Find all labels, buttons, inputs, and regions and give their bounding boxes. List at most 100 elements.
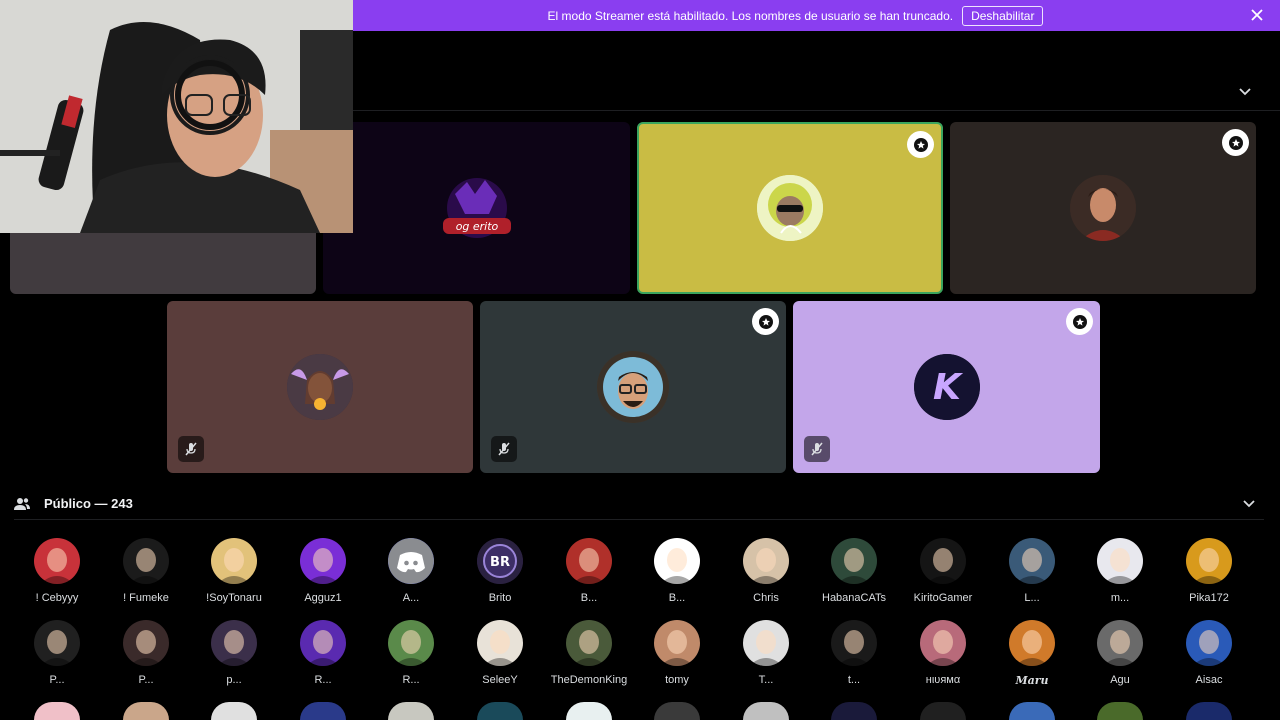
audience-member[interactable]: Agu	[1076, 620, 1164, 692]
avatar[interactable]	[743, 702, 789, 720]
audience-member[interactable]: T...	[722, 620, 810, 692]
audience-member-name: ! Fumeke	[123, 592, 169, 604]
close-icon[interactable]	[1250, 8, 1264, 22]
audience-member[interactable]: Maru	[988, 620, 1076, 692]
audience-member-name: P...	[49, 674, 65, 686]
avatar	[477, 620, 523, 666]
stage-tile[interactable]	[950, 122, 1256, 294]
avatar[interactable]	[388, 702, 434, 720]
avatar[interactable]	[920, 702, 966, 720]
audience-member-name: R...	[402, 674, 420, 686]
shield-star-icon	[907, 131, 934, 158]
avatar[interactable]	[211, 702, 257, 720]
avatar[interactable]	[1186, 702, 1232, 720]
avatar	[287, 354, 353, 420]
avatar	[566, 538, 612, 584]
avatar	[34, 620, 80, 666]
audience-member[interactable]: ! Cebyyy	[13, 538, 101, 610]
avatar	[920, 538, 966, 584]
avatar	[743, 538, 789, 584]
audience-member[interactable]: tomy	[633, 620, 721, 692]
audience-member[interactable]: B...	[633, 538, 721, 610]
audience-member[interactable]: HabanaCATs	[810, 538, 898, 610]
disable-streamer-mode-button[interactable]: Deshabilitar	[962, 5, 1044, 26]
audience-member[interactable]: Chris	[722, 538, 810, 610]
avatar[interactable]	[831, 702, 877, 720]
avatar	[743, 620, 789, 666]
audience-member[interactable]: A...	[367, 538, 455, 610]
avatar[interactable]	[123, 702, 169, 720]
audience-member-name: TheDemonKing	[550, 674, 628, 686]
stage-tile[interactable]	[167, 301, 473, 473]
mic-muted-icon	[804, 436, 830, 462]
audience-member-name: ! Cebyyy	[35, 592, 79, 604]
mic-muted-icon	[178, 436, 204, 462]
audience-member[interactable]: P...	[102, 620, 190, 692]
audience-member[interactable]: Pika172	[1165, 538, 1253, 610]
shield-star-icon	[1222, 129, 1249, 156]
svg-text:BR: BR	[490, 555, 510, 570]
avatar	[123, 538, 169, 584]
avatar[interactable]	[654, 702, 700, 720]
avatar	[123, 620, 169, 666]
audience-member-name: R...	[314, 674, 332, 686]
audience-member[interactable]: нιυямα	[899, 620, 987, 692]
audience-member-name: Aisac	[1195, 674, 1223, 686]
shield-star-icon	[1066, 308, 1093, 335]
people-icon	[14, 497, 30, 510]
avatar	[654, 620, 700, 666]
chevron-down-icon[interactable]	[1238, 85, 1252, 99]
avatar	[1097, 538, 1143, 584]
voice-stage-window: El modo Streamer está habilitado. Los no…	[0, 0, 1280, 720]
audience-member[interactable]: t...	[810, 620, 898, 692]
stage-tile[interactable]: og erito	[323, 122, 630, 294]
stage-tile-speaking[interactable]	[637, 122, 943, 294]
audience-member[interactable]: R...	[367, 620, 455, 692]
audience-header[interactable]: Público — 243	[14, 488, 1264, 520]
audience-member[interactable]: B...	[545, 538, 633, 610]
avatar[interactable]	[1009, 702, 1055, 720]
avatar[interactable]	[566, 702, 612, 720]
audience-member-name: нιυямα	[925, 674, 961, 686]
audience-member[interactable]: p...	[190, 620, 278, 692]
chevron-down-icon[interactable]	[1242, 497, 1256, 511]
audience-member[interactable]: L...	[988, 538, 1076, 610]
shield-star-icon	[752, 308, 779, 335]
audience-member-name: SeleeY	[482, 674, 518, 686]
webcam-overlay	[0, 0, 353, 233]
audience-member-name: B...	[580, 592, 598, 604]
audience-member[interactable]: SeleeY	[456, 620, 544, 692]
svg-text:K: K	[933, 367, 964, 408]
stage-tile[interactable]: K	[793, 301, 1100, 473]
audience-member[interactable]: ! Fumeke	[102, 538, 190, 610]
audience-member[interactable]: m...	[1076, 538, 1164, 610]
avatar	[211, 620, 257, 666]
audience-member-name: HabanaCATs	[822, 592, 886, 604]
audience-member-name: A...	[402, 592, 420, 604]
audience-member[interactable]: !SoyTonaru	[190, 538, 278, 610]
audience-member[interactable]: R...	[279, 620, 367, 692]
audience-member[interactable]: TheDemonKing	[545, 620, 633, 692]
audience-member[interactable]: Aisac	[1165, 620, 1253, 692]
og-erito-logo: og erito	[443, 178, 511, 238]
audience-member[interactable]: P...	[13, 620, 101, 692]
avatar[interactable]	[300, 702, 346, 720]
audience-member[interactable]: BR Brito	[456, 538, 544, 610]
audience-member[interactable]: KiritoGamer	[899, 538, 987, 610]
audience-member[interactable]: Agguz1	[279, 538, 367, 610]
streamer-mode-banner: El modo Streamer está habilitado. Los no…	[353, 0, 1280, 31]
audience-member-name: P...	[138, 674, 154, 686]
audience-member-name: Agguz1	[304, 592, 342, 604]
avatar	[388, 620, 434, 666]
avatar	[1009, 620, 1055, 666]
avatar[interactable]	[1097, 702, 1143, 720]
avatar	[1070, 175, 1136, 241]
audience-member-name: Chris	[753, 592, 779, 604]
audience-member-name: Pika172	[1189, 592, 1229, 604]
avatar	[1186, 620, 1232, 666]
stage-tile[interactable]	[480, 301, 786, 473]
avatar[interactable]	[477, 702, 523, 720]
audience-member-name: p...	[226, 674, 242, 686]
avatar[interactable]	[34, 702, 80, 720]
avatar	[831, 538, 877, 584]
